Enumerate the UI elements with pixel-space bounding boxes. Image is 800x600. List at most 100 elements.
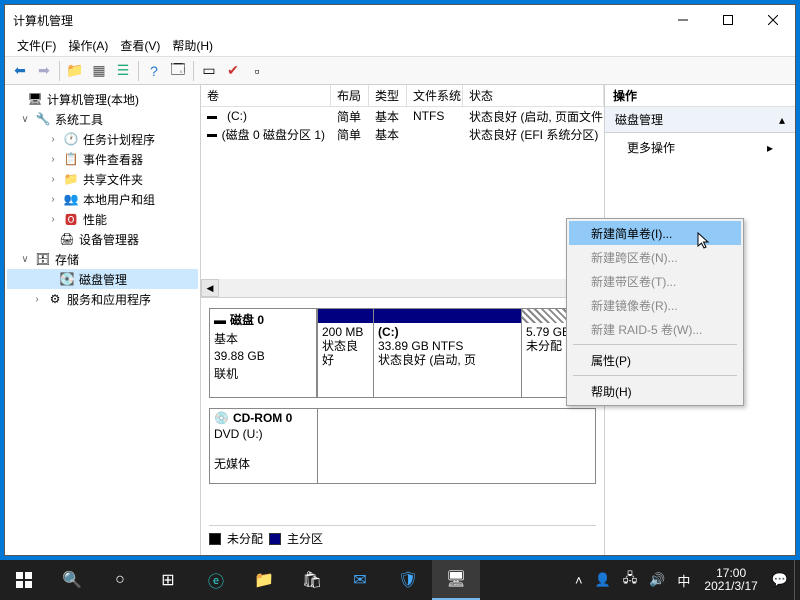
computer-icon: 🖥 <box>27 92 43 106</box>
tools-icon: 🔧 <box>35 112 51 126</box>
col-status[interactable]: 状态 <box>463 85 604 106</box>
extra-button[interactable]: ▫ <box>246 60 268 82</box>
volume-header: 卷 布局 类型 文件系统 状态 <box>201 85 604 107</box>
tray-people-icon[interactable]: 👤 <box>589 560 617 600</box>
search-button[interactable]: 🔍 <box>48 560 96 600</box>
chevron-right-icon: ▸ <box>767 141 773 155</box>
clock-icon: 🕐 <box>63 132 79 146</box>
compmgmt-button[interactable]: 🖥 <box>432 560 480 600</box>
col-fs[interactable]: 文件系统 <box>407 85 463 106</box>
device-icon: 🖨 <box>59 232 75 246</box>
tree-perf[interactable]: ›🅾性能 <box>7 209 198 229</box>
ctx-new-stripe-volume[interactable]: 新建带区卷(T)... <box>569 269 741 293</box>
close-button[interactable] <box>750 5 795 35</box>
center-panel: 卷 布局 类型 文件系统 状态 ▬(C:) 简单 基本 NTFS 状态良好 (启… <box>201 85 605 555</box>
actions-header: 操作 <box>605 85 795 107</box>
menubar: 文件(F) 操作(A) 查看(V) 帮助(H) <box>5 35 795 57</box>
legend-primary-icon <box>269 533 281 545</box>
tree-eventvwr[interactable]: ›📋事件查看器 <box>7 149 198 169</box>
store-button[interactable]: 🛍 <box>288 560 336 600</box>
forward-button[interactable]: ➡ <box>33 60 55 82</box>
volume-row[interactable]: ▬(磁盘 0 磁盘分区 1) 简单 基本 状态良好 (EFI 系统分区) <box>201 125 604 143</box>
col-layout[interactable]: 布局 <box>331 85 369 106</box>
users-icon: 👥 <box>63 192 79 206</box>
back-button[interactable]: ⬅ <box>9 60 31 82</box>
menu-help[interactable]: 帮助(H) <box>172 37 213 54</box>
edge-button[interactable]: ⓔ <box>192 560 240 600</box>
cortana-button[interactable]: ○ <box>96 560 144 600</box>
menu-view[interactable]: 查看(V) <box>120 37 160 54</box>
tree-diskmgmt[interactable]: 💽磁盘管理 <box>7 269 198 289</box>
taskbar: 🔍 ○ ⊞ ⓔ 📁 🛍 ✉ 🛡 🖥 ˄ 👤 🖧 🔊 中 17:00 2021/3… <box>0 560 800 600</box>
window-title: 计算机管理 <box>13 12 660 29</box>
disk-icon: ▬ <box>214 313 226 327</box>
scroll-left-button[interactable]: ◀ <box>201 279 219 297</box>
disk-row-cdrom: 💿CD-ROM 0 DVD (U:) 无媒体 <box>209 408 596 484</box>
partition-c[interactable]: (C:)33.89 GB NTFS状态良好 (启动, 页 <box>373 309 521 397</box>
collapse-icon: ▴ <box>779 113 785 127</box>
cdrom-icon: 💿 <box>214 411 229 425</box>
maximize-button[interactable] <box>705 5 750 35</box>
tree-root[interactable]: 🖥计算机管理(本地) <box>7 89 198 109</box>
folder-icon: 📁 <box>63 172 79 186</box>
tray-clock[interactable]: 17:00 2021/3/17 <box>696 567 765 593</box>
tray-network-icon[interactable]: 🖧 <box>617 560 644 600</box>
ctx-new-simple-volume[interactable]: 新建简单卷(I)... <box>569 221 741 245</box>
disk-icon: 💽 <box>59 272 75 286</box>
start-button[interactable] <box>0 560 48 600</box>
tree-panel: 🖥计算机管理(本地) ∨🔧系统工具 ›🕐任务计划程序 ›📋事件查看器 ›📁共享文… <box>5 85 201 555</box>
minimize-button[interactable] <box>660 5 705 35</box>
properties-button[interactable]: ▦ <box>88 60 110 82</box>
disk0-label[interactable]: ▬磁盘 0 基本 39.88 GB 联机 <box>209 308 317 398</box>
mail-button[interactable]: ✉ <box>336 560 384 600</box>
tray-ime[interactable]: 中 <box>671 560 696 600</box>
menu-action[interactable]: 操作(A) <box>68 37 108 54</box>
drive-icon: ▬ <box>207 129 218 140</box>
tray-chevron[interactable]: ˄ <box>569 560 589 600</box>
services-icon: ⚙ <box>47 292 63 306</box>
taskview-button[interactable]: ⊞ <box>144 560 192 600</box>
tree-devmgr[interactable]: 🖨设备管理器 <box>7 229 198 249</box>
tree-systools[interactable]: ∨🔧系统工具 <box>7 109 198 129</box>
tray-volume-icon[interactable]: 🔊 <box>643 560 671 600</box>
drive-icon: ▬ <box>207 111 223 122</box>
disk-graphic-panel: ▬磁盘 0 基本 39.88 GB 联机 200 MB状态良好 (C:)33.8… <box>201 298 604 555</box>
help-button[interactable]: ? <box>143 60 165 82</box>
disk-row-0: ▬磁盘 0 基本 39.88 GB 联机 200 MB状态良好 (C:)33.8… <box>209 308 596 398</box>
ctx-new-mirror-volume[interactable]: 新建镜像卷(R)... <box>569 293 741 317</box>
actions-more[interactable]: 更多操作▸ <box>605 133 795 162</box>
volume-list: 卷 布局 类型 文件系统 状态 ▬(C:) 简单 基本 NTFS 状态良好 (启… <box>201 85 604 298</box>
toolbar: ⬅ ➡ 📁 ▦ ☰ ? 🗔 ▭ ✔ ▫ <box>5 57 795 85</box>
ctx-new-span-volume[interactable]: 新建跨区卷(N)... <box>569 245 741 269</box>
col-volume[interactable]: 卷 <box>201 85 331 106</box>
ctx-help[interactable]: 帮助(H) <box>569 379 741 403</box>
disk-view-button[interactable]: ▭ <box>198 60 220 82</box>
menu-file[interactable]: 文件(F) <box>17 37 56 54</box>
refresh-button[interactable]: 🗔 <box>167 60 189 82</box>
tree-shared[interactable]: ›📁共享文件夹 <box>7 169 198 189</box>
explorer-button[interactable]: 📁 <box>240 560 288 600</box>
folder-button[interactable]: 📁 <box>64 60 86 82</box>
titlebar: 计算机管理 <box>5 5 795 35</box>
legend-unalloc-icon <box>209 533 221 545</box>
cdrom-label[interactable]: 💿CD-ROM 0 DVD (U:) 无媒体 <box>209 408 317 484</box>
show-desktop-button[interactable] <box>794 560 800 600</box>
partition-efi[interactable]: 200 MB状态良好 <box>317 309 373 397</box>
context-menu: 新建简单卷(I)... 新建跨区卷(N)... 新建带区卷(T)... 新建镜像… <box>566 218 744 406</box>
settings-button[interactable]: ✔ <box>222 60 244 82</box>
perf-icon: 🅾 <box>63 211 79 228</box>
tree-storage[interactable]: ∨🗄存储 <box>7 249 198 269</box>
list-button[interactable]: ☰ <box>112 60 134 82</box>
hscrollbar[interactable]: ◀ ▶ <box>201 279 604 297</box>
ctx-new-raid5-volume[interactable]: 新建 RAID-5 卷(W)... <box>569 317 741 341</box>
col-type[interactable]: 类型 <box>369 85 407 106</box>
tree-services[interactable]: ›⚙服务和应用程序 <box>7 289 198 309</box>
tray-notifications-icon[interactable]: 💬 <box>766 560 794 600</box>
volume-row[interactable]: ▬(C:) 简单 基本 NTFS 状态良好 (启动, 页面文件 <box>201 107 604 125</box>
tree-localusers[interactable]: ›👥本地用户和组 <box>7 189 198 209</box>
storage-icon: 🗄 <box>35 252 51 266</box>
security-button[interactable]: 🛡 <box>384 560 432 600</box>
tree-tasksched[interactable]: ›🕐任务计划程序 <box>7 129 198 149</box>
ctx-properties[interactable]: 属性(P) <box>569 348 741 372</box>
actions-diskmgmt[interactable]: 磁盘管理▴ <box>605 107 795 133</box>
